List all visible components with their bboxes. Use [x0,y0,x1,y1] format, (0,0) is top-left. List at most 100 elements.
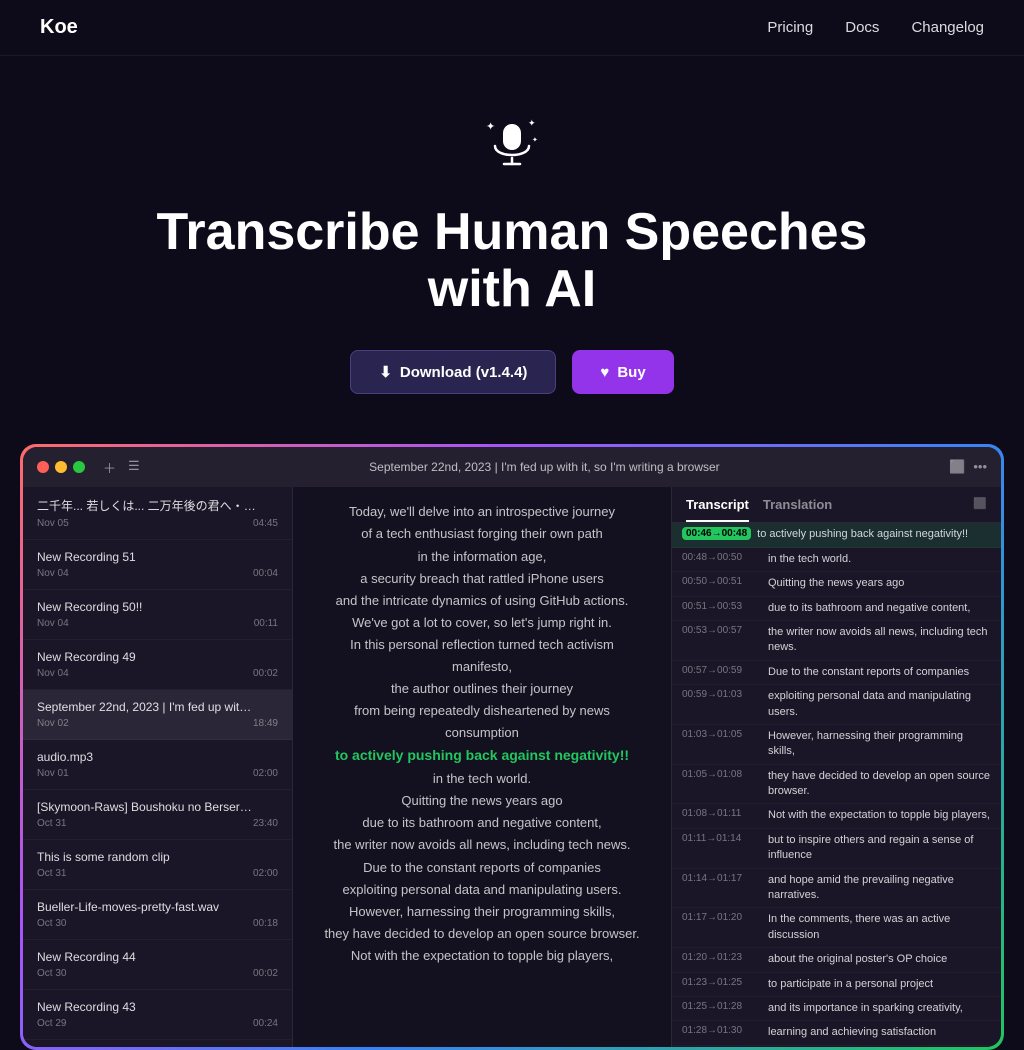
plus-icon[interactable]: ＋ [103,458,116,477]
minimize-button[interactable] [55,461,67,473]
timestamp-badge: 00:46→00:48 [682,527,751,540]
transcript-row[interactable]: 01:28→01:30 learning and achieving satis… [672,1021,1001,1045]
sidebar-item-duration: 00:02 [253,968,278,979]
row-text: and hope amid the prevailing negative na… [768,873,991,904]
transcript-line: to actively pushing back against negativ… [323,744,641,768]
transcript-row[interactable]: 01:08→01:11 Not with the expectation to … [672,804,1001,828]
sidebar-item[interactable]: audio.mp3 Nov 01 02:00 [23,740,292,790]
transcript-line: Quitting the news years ago [323,790,641,812]
transcript-row[interactable]: 01:11→01:14 but to inspire others and re… [672,829,1001,869]
titlebar-title: September 22nd, 2023 | I'm fed up with i… [150,460,939,474]
sidebar-item[interactable]: New Recording 50!! Nov 04 00:11 [23,590,292,640]
nav-links: Pricing Docs Changelog [767,19,984,36]
tab-transcript[interactable]: Transcript [686,497,749,522]
sidebar-item[interactable]: [Skymoon-Raws] Boushoku no Berserk - 04 … [23,790,292,840]
sidebar-item-date: Oct 31 [37,818,66,829]
sidebar-item-title: 二千年... 若しくは... 二万年後の君へ・・・.mp4 [37,497,257,514]
timestamp-plain: 01:23→01:25 [682,977,762,988]
list-icon[interactable]: ☰ [128,458,140,477]
maximize-button[interactable] [73,461,85,473]
hero-buttons: ⬇ Download (v1.4.4) ♥ Buy [350,350,673,394]
sidebar-item-duration: 23:40 [253,818,278,829]
timestamp-plain: 01:05→01:08 [682,769,762,780]
sidebar-item[interactable]: New Recording 49 Nov 04 00:02 [23,640,292,690]
transcript-line: a security breach that rattled iPhone us… [323,568,641,590]
app-window: ＋ ☰ September 22nd, 2023 | I'm fed up wi… [23,447,1001,1047]
transcript-row[interactable]: 01:20→01:23 about the original poster's … [672,948,1001,972]
transcript-row[interactable]: 01:05→01:08 they have decided to develop… [672,765,1001,805]
transcript-row[interactable]: 01:25→01:28 and its importance in sparki… [672,997,1001,1021]
transcript-line: of a tech enthusiast forging their own p… [323,523,641,545]
transcript-row[interactable]: 00:51→00:53 due to its bathroom and nega… [672,597,1001,621]
transcript-line: We've got a lot to cover, so let's jump … [323,612,641,634]
nav-pricing[interactable]: Pricing [767,19,813,36]
sidebar-item-title: New Recording 50!! [37,600,257,614]
navbar: Koe Pricing Docs Changelog [0,0,1024,56]
panel-icon: ⬜ [973,497,987,522]
transcript-row[interactable]: 00:57→00:59 Due to the constant reports … [672,661,1001,685]
row-text: exploiting personal data and manipulatin… [768,689,991,720]
transcript-row[interactable]: 00:53→00:57 the writer now avoids all ne… [672,621,1001,661]
sidebar-item[interactable]: New Recording 51 Nov 04 00:04 [23,540,292,590]
titlebar-icons: ＋ ☰ [103,458,140,477]
expand-icon[interactable]: ⬜ [949,459,965,475]
sidebar-item[interactable]: September 22nd, 2023 | I'm fed up with i… [23,690,292,740]
svg-text:✦: ✦ [486,121,495,133]
row-text: the writer now avoids all news, includin… [768,625,991,656]
svg-text:✦: ✦ [532,136,538,144]
row-text: Quitting the news years ago [768,576,904,591]
row-text: about the original poster's OP choice [768,952,947,967]
traffic-lights [37,461,85,473]
sidebar-item-duration: 18:49 [253,718,278,729]
sidebar-item-date: Oct 30 [37,968,66,979]
transcript-row[interactable]: 01:14→01:17 and hope amid the prevailing… [672,869,1001,909]
nav-docs[interactable]: Docs [845,19,879,36]
more-icon[interactable]: ••• [973,459,987,475]
transcript-row[interactable]: 00:50→00:51 Quitting the news years ago [672,572,1001,596]
transcript-row[interactable]: 01:30→01:32 despite potential criticisms… [672,1046,1001,1048]
transcript-row[interactable]: 01:17→01:20 In the comments, there was a… [672,908,1001,948]
download-button[interactable]: ⬇ Download (v1.4.4) [350,350,556,394]
timestamp-plain: 00:53→00:57 [682,625,762,636]
transcript-line: the author outlines their journey [323,678,641,700]
timestamp-plain: 01:28→01:30 [682,1025,762,1036]
sidebar-item-date: Oct 30 [37,918,66,929]
sidebar-item-duration: 00:02 [253,668,278,679]
titlebar: ＋ ☰ September 22nd, 2023 | I'm fed up wi… [23,447,1001,487]
transcript-row[interactable]: 00:48→00:50 in the tech world. [672,548,1001,572]
sidebar-item-title: New Recording 43 [37,1000,257,1014]
sidebar-item-title: New Recording 44 [37,950,257,964]
sidebar: 二千年... 若しくは... 二万年後の君へ・・・.mp4 Nov 05 04:… [23,487,293,1047]
sidebar-item-title: September 22nd, 2023 | I'm fed up with i… [37,700,257,714]
sidebar-item[interactable]: This is some random clip Oct 31 02:00 [23,840,292,890]
row-text: Due to the constant reports of companies [768,665,969,680]
sidebar-item-duration: 00:11 [254,618,278,629]
sidebar-item-title: [Skymoon-Raws] Boushoku no Berserk - 04 … [37,800,257,814]
sidebar-item[interactable]: 听众来信 #5 如何在业余时间学习技术.mp4 Oct 28 16:02 [23,1040,292,1047]
nav-changelog[interactable]: Changelog [911,19,984,36]
transcript-line: in the tech world. [323,768,641,790]
sidebar-item[interactable]: New Recording 43 Oct 29 00:24 [23,990,292,1040]
buy-button[interactable]: ♥ Buy [572,350,673,394]
close-button[interactable] [37,461,49,473]
sidebar-item[interactable]: New Recording 44 Oct 30 00:02 [23,940,292,990]
transcript-row[interactable]: 00:59→01:03 exploiting personal data and… [672,685,1001,725]
transcript-line: In this personal reflection turned tech … [323,634,641,678]
transcript-line: the writer now avoids all news, includin… [323,834,641,856]
sidebar-item-duration: 04:45 [253,518,278,529]
transcript-row[interactable]: 01:03→01:05 However, harnessing their pr… [672,725,1001,765]
sidebar-item-date: Nov 01 [37,768,69,779]
sidebar-item-duration: 02:00 [253,868,278,879]
transcript-row[interactable]: 01:23→01:25 to participate in a personal… [672,973,1001,997]
sidebar-item[interactable]: 二千年... 若しくは... 二万年後の君へ・・・.mp4 Nov 05 04:… [23,487,292,540]
sidebar-item[interactable]: Bueller-Life-moves-pretty-fast.wav Oct 3… [23,890,292,940]
sidebar-item-title: Bueller-Life-moves-pretty-fast.wav [37,900,257,914]
heart-icon: ♥ [600,364,609,381]
sidebar-item-title: New Recording 49 [37,650,257,664]
sidebar-item-date: Nov 05 [37,518,69,529]
transcript-line: from being repeatedly disheartened by ne… [323,700,641,744]
transcript-row[interactable]: 00:46→00:48 to actively pushing back aga… [672,523,1001,547]
tab-translation[interactable]: Translation [763,497,832,522]
logo: Koe [40,16,78,39]
svg-text:✦: ✦ [528,118,536,128]
